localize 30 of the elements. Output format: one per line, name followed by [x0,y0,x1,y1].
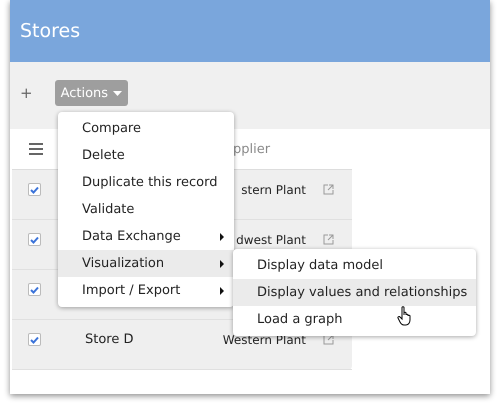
menu-item[interactable]: Duplicate this record [58,169,234,196]
table-cell: stern Plant [241,182,306,196]
table-cell: Western Plant [222,332,306,346]
external-link-icon[interactable] [323,234,334,245]
menu-item[interactable]: Data Exchange [58,223,234,250]
menu-item[interactable]: Display data model [233,252,476,279]
row-checkbox[interactable] [28,183,41,196]
submenu-arrow-icon [220,232,224,240]
row-checkbox[interactable] [28,283,41,296]
menu-item[interactable]: Display values and relationships [233,279,476,306]
window-title: Stores [20,20,80,42]
external-link-icon[interactable] [323,334,334,345]
menu-item[interactable]: Compare [58,115,234,142]
menu-item[interactable]: Delete [58,142,234,169]
add-button[interactable]: + [20,84,33,102]
table-cell: dwest Plant [236,232,306,246]
menu-icon[interactable] [29,143,43,155]
table-cell-text: Store D [85,332,135,347]
menu-item[interactable]: Load a graph [233,306,476,333]
hand-cursor-icon [397,306,413,326]
menu-item[interactable]: Validate [58,196,234,223]
caret-icon [113,90,122,96]
submenu-arrow-icon [220,286,224,294]
row-checkbox[interactable] [28,233,41,246]
row-checkbox[interactable] [28,333,41,346]
menu-item[interactable]: Import / Export [58,277,234,304]
submenu-arrow-icon [220,260,224,268]
external-link-icon[interactable] [323,184,334,195]
column-header[interactable]: pplier [233,142,270,156]
menu-item[interactable]: Visualization [58,250,234,277]
